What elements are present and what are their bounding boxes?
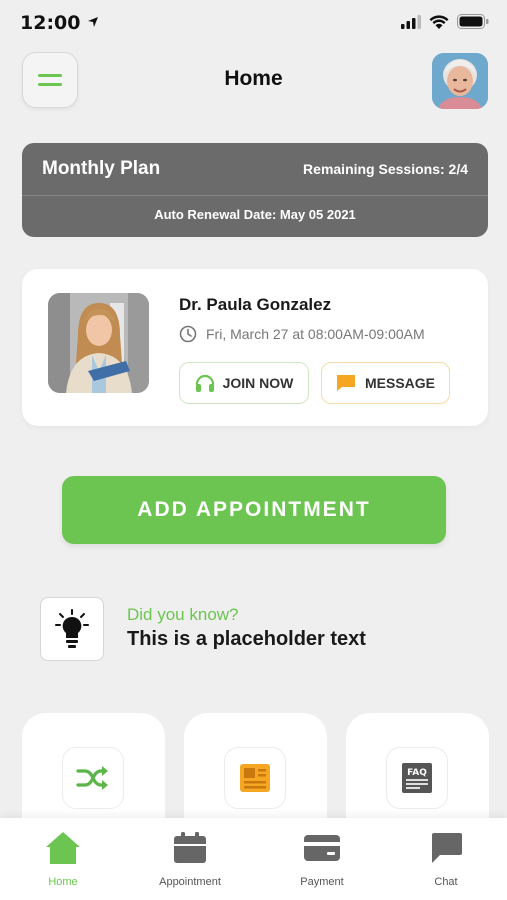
tip-icon-box [40,597,104,661]
doctor-photo [48,293,149,393]
plan-divider [22,195,488,196]
message-button[interactable]: MESSAGE [321,362,450,404]
doctor-name: Dr. Paula Gonzalez [179,295,332,314]
tab-home-label: Home [48,876,78,888]
status-bar: 12:00 [0,0,507,46]
status-icons [401,14,489,29]
newspaper-icon [240,764,270,792]
tab-payment-icon-wrap [259,830,385,866]
appointment-time-text: Fri, March 27 at 08:00AM-09:00AM [206,326,425,342]
tab-home-icon-wrap [0,830,126,866]
faq-icon: FAQ [402,763,432,793]
plan-card: Monthly Plan Remaining Sessions: 2/4 Aut… [22,143,488,237]
tip-text: This is a placeholder text [127,628,366,650]
tab-payment-label: Payment [300,876,344,888]
header: Home [0,52,507,110]
tab-payment[interactable]: Payment [259,830,385,888]
feature-icon-box [224,747,286,809]
message-icon [336,375,355,391]
appointment-card: Dr. Paula Gonzalez Fri, March 27 at 08:0… [22,269,488,426]
battery-icon [457,14,489,29]
signal-icon [401,14,421,29]
home-icon [46,832,80,864]
tab-chat-label: Chat [434,876,458,888]
add-appointment-button[interactable]: ADD APPOINTMENT [62,476,446,544]
message-label: MESSAGE [364,375,435,391]
status-time-text: 12:00 [20,12,81,34]
join-now-button[interactable]: JOIN NOW [179,362,309,404]
avatar[interactable] [432,53,488,109]
tip-heading: Did you know? [127,605,239,624]
bottom-tab-bar: Home Appointment Payment Chat [0,818,507,900]
tab-home[interactable]: Home [0,830,126,888]
doctor-photo-image [48,293,149,393]
page-title: Home [224,67,283,90]
lightbulb-icon [55,609,89,648]
chat-icon [432,833,462,863]
remaining-sessions: Remaining Sessions: 2/4 [303,161,468,177]
card-icon [304,835,340,861]
calendar-icon [174,832,206,863]
tab-appointment[interactable]: Appointment [127,830,253,888]
auto-renewal-date: Auto Renewal Date: May 05 2021 [154,207,356,222]
tab-chat[interactable]: Chat [383,830,507,888]
plan-title: Monthly Plan [42,158,161,179]
appointment-time: Fri, March 27 at 08:00AM-09:00AM [179,325,425,343]
wifi-icon [429,14,449,29]
tab-chat-icon-wrap [383,830,507,866]
join-now-label: JOIN NOW [222,375,294,391]
status-time: 12:00 [20,12,99,34]
location-arrow-icon [88,17,99,27]
tab-appointment-label: Appointment [159,876,221,888]
feature-icon-box [62,747,124,809]
clock-icon [179,325,197,343]
shuffle-icon [76,766,108,790]
tab-appointment-icon-wrap [127,830,253,866]
headphones-icon [195,374,214,392]
svg-text:FAQ: FAQ [407,768,427,778]
user-avatar-image [432,53,488,109]
feature-icon-box: FAQ [386,747,448,809]
